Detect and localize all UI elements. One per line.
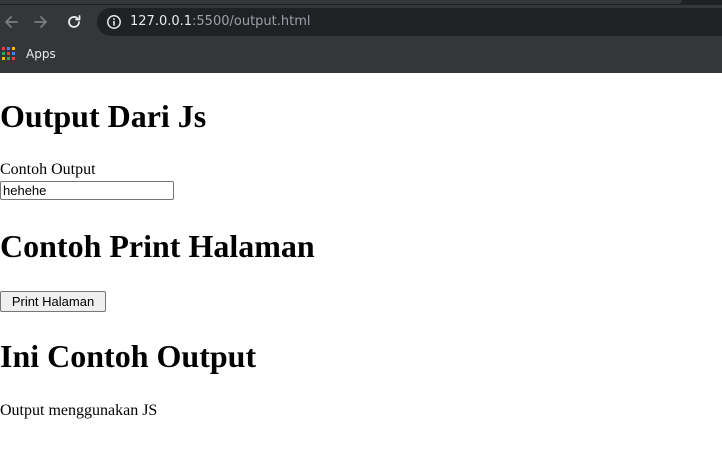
browser-chrome: 127.0.0.1:5500/output.html Apps (0, 0, 722, 73)
output-paragraph: Output menggunakan JS (0, 402, 158, 419)
heading-output: Output Dari Js (0, 98, 207, 134)
reload-button[interactable] (60, 8, 88, 36)
heading-ini-contoh-output: Ini Contoh Output (0, 338, 257, 374)
url-path: :5500/output.html (192, 14, 311, 29)
bookmarks-bar: Apps (0, 42, 722, 66)
address-bar[interactable]: 127.0.0.1:5500/output.html (97, 8, 722, 36)
bookmark-apps[interactable]: Apps (2, 45, 56, 63)
tab-strip (0, 0, 722, 5)
url-host: 127.0.0.1 (130, 14, 193, 29)
heading-print: Contoh Print Halaman (0, 228, 315, 264)
active-tab-edge (0, 0, 682, 4)
apps-grid-icon (2, 47, 16, 61)
contoh-output-label: Contoh Output (0, 161, 96, 178)
print-halaman-button[interactable]: Print Halaman (0, 291, 106, 312)
url-text[interactable]: 127.0.0.1:5500/output.html (130, 14, 311, 30)
forward-button[interactable] (27, 8, 55, 36)
page-content: Output Dari Js Contoh Output Contoh Prin… (0, 73, 722, 472)
bookmark-apps-label: Apps (26, 47, 56, 61)
back-arrow-icon (5, 16, 18, 28)
reload-icon (68, 15, 81, 28)
info-icon[interactable] (106, 14, 122, 30)
back-button[interactable] (0, 8, 25, 36)
contoh-output-input[interactable] (0, 181, 174, 200)
forward-arrow-icon (34, 16, 47, 28)
